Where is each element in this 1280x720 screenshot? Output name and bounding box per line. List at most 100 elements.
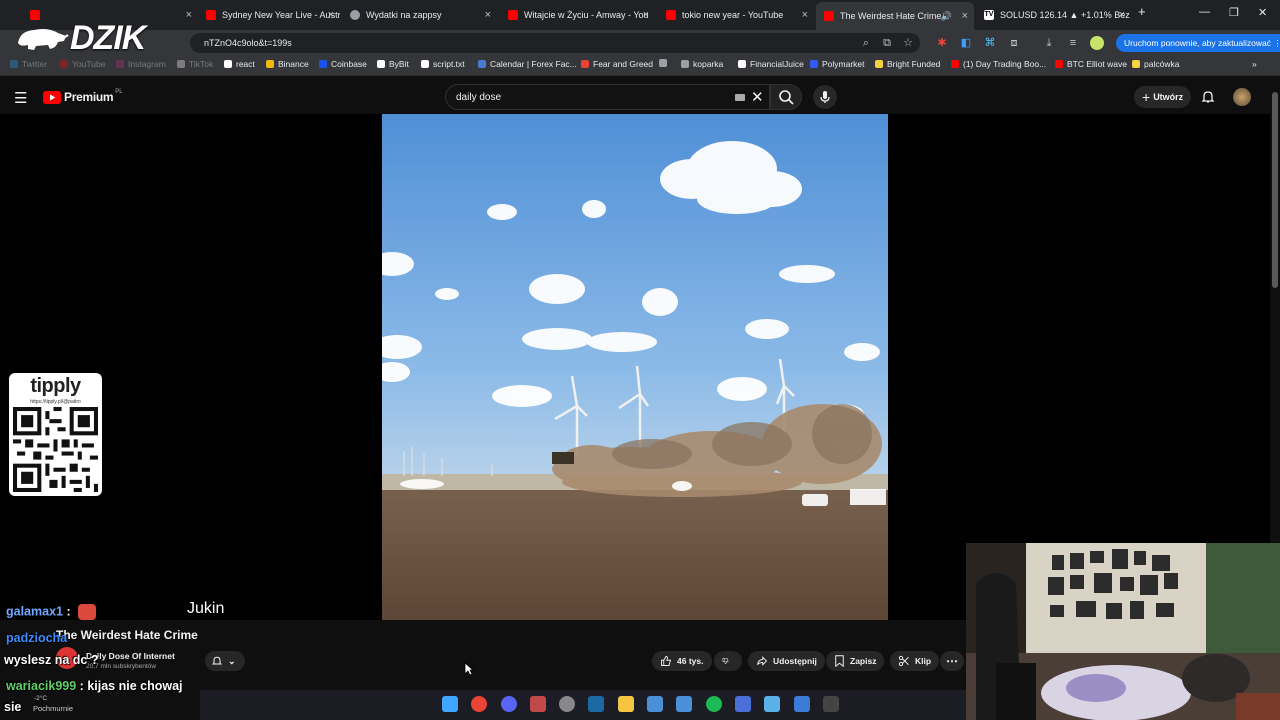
photos-icon[interactable] <box>794 696 810 712</box>
bookmark-item[interactable]: TikTok <box>177 59 213 69</box>
save-button[interactable]: Zapisz <box>826 651 885 671</box>
bookmark-item[interactable] <box>659 59 671 67</box>
share-button[interactable]: Udostępnij <box>748 651 825 671</box>
bookmark-item[interactable]: react <box>224 59 255 69</box>
like-button[interactable]: 46 tys. <box>652 651 712 671</box>
app2-icon[interactable] <box>735 696 751 712</box>
more-actions-button[interactable]: ⋯ <box>940 651 964 671</box>
bookmark-item[interactable]: palcówka <box>1132 59 1179 69</box>
bookmark-item[interactable]: koparka <box>681 59 723 69</box>
bookmark-item[interactable]: script.txt <box>421 59 465 69</box>
bookmark-item[interactable]: Coinbase <box>319 59 367 69</box>
download-icon[interactable]: ⤓ <box>1041 35 1057 51</box>
webcam-image <box>966 543 1280 720</box>
menu-icon[interactable]: ☰ <box>14 89 27 107</box>
folder-icon[interactable] <box>618 696 634 712</box>
update-button[interactable]: Uruchom ponownie, aby zaktualizować ⋮ <box>1116 34 1280 52</box>
voice-search-button[interactable] <box>813 85 837 109</box>
close-icon[interactable]: × <box>485 9 491 21</box>
new-tab-button[interactable]: + <box>1138 4 1146 19</box>
obs-icon[interactable] <box>559 696 575 712</box>
close-icon[interactable]: × <box>328 9 334 21</box>
app-icon[interactable] <box>530 696 546 712</box>
windows-start-icon[interactable] <box>442 696 458 712</box>
chrome-icon[interactable] <box>471 696 487 712</box>
window-close-icon[interactable]: ✕ <box>1258 6 1267 19</box>
search-input[interactable]: daily dose ✕ <box>445 84 770 110</box>
bookmark-item[interactable]: Instagram <box>116 59 166 69</box>
spotify-icon[interactable] <box>706 696 722 712</box>
subscription-bell-button[interactable]: ⌄ <box>205 651 245 671</box>
tradingview-icon: TV <box>984 10 994 20</box>
close-icon[interactable]: × <box>1119 9 1125 21</box>
bookmark-item[interactable]: Polymarket <box>810 59 865 69</box>
search-button[interactable] <box>770 84 802 110</box>
extensions-puzzle-icon[interactable]: ⧈ <box>1006 35 1022 51</box>
bookmark-label: Coinbase <box>331 59 367 69</box>
chat-message: galamax1 : <box>6 604 97 620</box>
browser-tab[interactable]: Witajcie w Życiu - Amway - You × <box>500 4 655 26</box>
extension-icon[interactable]: ✱ <box>934 35 950 51</box>
search-icon[interactable]: ⌕ <box>858 35 874 51</box>
bookmark-icon <box>951 60 959 68</box>
search-value: daily dose <box>456 91 502 103</box>
browser-tab[interactable]: TV SOLUSD 126.14 ▲ +1.01% Bez × <box>976 4 1131 26</box>
notepad-icon[interactable] <box>764 696 780 712</box>
bookmark-label: TikTok <box>189 59 214 69</box>
bookmark-item[interactable]: FinancialJuice <box>738 59 804 69</box>
url-field[interactable]: nTZnO4c9olo&t=199s <box>190 33 920 53</box>
keyboard-icon[interactable] <box>735 94 745 101</box>
bookmark-item[interactable]: Twitter <box>10 59 47 69</box>
bookmark-item[interactable]: ByBit <box>377 59 409 69</box>
profile-avatar[interactable] <box>1090 36 1104 50</box>
tab-label: The Weirdest Hate Crime <box>840 11 942 21</box>
channel-name[interactable]: Daily Dose Of Internet <box>86 651 175 661</box>
browser-tab[interactable]: tokio new year - YouTube × <box>658 4 814 26</box>
network-icon[interactable] <box>676 696 692 712</box>
bookmark-label: Fear and Greed <box>593 59 654 69</box>
media-icon[interactable]: ≡ <box>1065 35 1081 51</box>
terminal-icon[interactable] <box>823 696 839 712</box>
extension-icon[interactable]: ⌘ <box>982 35 998 51</box>
youtube-premium-logo[interactable]: Premium PL <box>43 89 123 104</box>
notifications-bell-icon[interactable] <box>1200 89 1216 105</box>
browser-tab-active[interactable]: The Weirdest Hate Crime 🔊 × <box>816 2 974 30</box>
share-icon <box>757 656 768 666</box>
steam-icon[interactable] <box>588 696 604 712</box>
account-avatar[interactable] <box>1233 88 1251 106</box>
youtube-icon <box>666 10 676 20</box>
bookmark-item[interactable]: Calendar | Forex Fac... <box>478 59 577 69</box>
bookmarks-overflow-icon[interactable]: » <box>1252 59 1257 69</box>
tipply-logo: tipply <box>30 375 81 397</box>
bookmark-item[interactable]: Fear and Greed <box>581 59 653 69</box>
clip-button[interactable]: Klip <box>890 651 940 671</box>
bookmark-star-icon[interactable]: ☆ <box>900 35 916 51</box>
dislike-button[interactable] <box>714 651 742 671</box>
close-icon[interactable]: × <box>643 9 649 21</box>
ccleaner-icon[interactable] <box>647 696 663 712</box>
speaker-icon[interactable]: 🔊 <box>941 11 952 22</box>
close-icon[interactable]: × <box>962 10 968 22</box>
bookmark-item[interactable]: BTC Elliot wave <box>1055 59 1127 69</box>
close-icon[interactable]: × <box>802 9 808 21</box>
bookmark-item[interactable]: YouTube <box>60 59 105 69</box>
minimize-icon[interactable]: — <box>1199 6 1210 18</box>
youtube-icon <box>508 10 518 20</box>
browser-tab[interactable]: Wydatki na zappsy × <box>342 4 497 26</box>
bell-icon <box>211 656 223 665</box>
bookmark-item[interactable]: (1) Day Trading Boo... <box>951 59 1046 69</box>
restore-icon[interactable]: ❐ <box>1229 6 1239 19</box>
browser-tab[interactable]: Sydney New Year Live - Australi × <box>198 4 340 26</box>
install-icon[interactable]: ⧉ <box>879 35 895 51</box>
create-button[interactable]: + Utwórz <box>1134 86 1192 108</box>
video-frame[interactable] <box>382 114 888 620</box>
clear-search-icon[interactable]: ✕ <box>751 88 764 106</box>
scissors-icon <box>898 655 909 667</box>
scrollbar-thumb[interactable] <box>1272 92 1278 288</box>
extension-icon[interactable]: ◧ <box>958 35 974 51</box>
webcam-feed <box>966 543 1280 720</box>
region-label: PL <box>115 89 123 95</box>
bookmark-item[interactable]: Binance <box>266 59 309 69</box>
bookmark-item[interactable]: Bright Funded <box>875 59 940 69</box>
discord-icon[interactable] <box>501 696 517 712</box>
